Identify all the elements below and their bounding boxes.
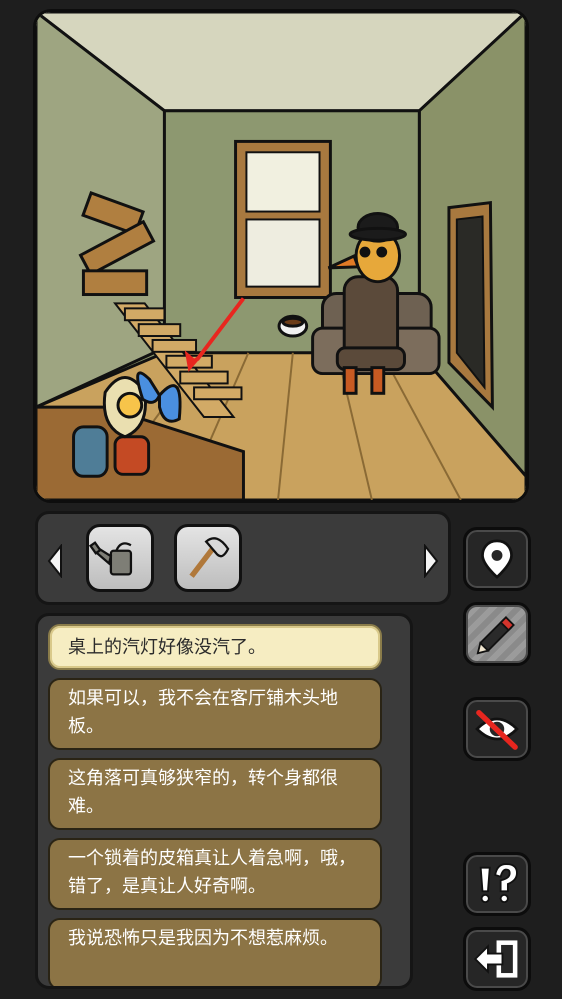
notes-button[interactable] xyxy=(463,602,531,666)
chevron-left-icon[interactable] xyxy=(47,543,63,579)
map-pin-icon xyxy=(481,539,513,579)
exit-icon xyxy=(473,940,518,978)
dialog-option[interactable]: 我说恐怖只是我因为不想惹麻烦。 xyxy=(48,918,382,986)
dialog-option[interactable]: 桌上的汽灯好像没汽了。 xyxy=(48,624,382,670)
dialog-option-list: 桌上的汽灯好像没汽了。 如果可以，我不会在客厅铺木头地板。 这角落可真够狭窄的，… xyxy=(35,613,413,989)
exit-button[interactable] xyxy=(463,927,531,991)
hint-icon xyxy=(479,863,518,904)
eye-hidden-icon xyxy=(475,709,519,750)
axe-icon xyxy=(189,537,230,578)
chevron-right-icon[interactable] xyxy=(423,543,439,579)
inventory-bar xyxy=(35,511,451,605)
hint-button[interactable] xyxy=(463,852,531,916)
dialog-option[interactable]: 如果可以，我不会在客厅铺木头地板。 xyxy=(48,678,382,750)
map-button[interactable] xyxy=(463,527,531,591)
dialog-option[interactable]: 一个锁着的皮箱真让人着急啊，哦，错了，是真让人好奇啊。 xyxy=(48,838,382,910)
pencil-icon xyxy=(476,616,515,655)
living-room-illustration[interactable] xyxy=(36,12,526,500)
dialog-option[interactable]: 这角落可真够狭窄的，转个身都很难。 xyxy=(48,758,382,830)
game-scene[interactable] xyxy=(33,9,529,503)
inventory-slot-watering-can[interactable] xyxy=(86,524,154,592)
watering-can-icon xyxy=(89,541,133,576)
toggle-hotspots-button[interactable] xyxy=(463,697,531,761)
inventory-slot-axe[interactable] xyxy=(174,524,242,592)
